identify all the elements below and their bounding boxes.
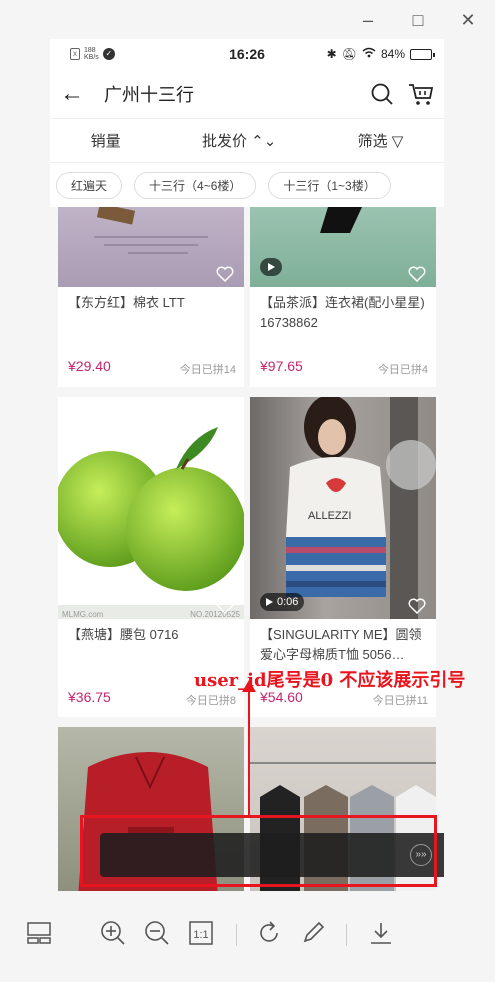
product-sold: 今日已拼11	[372, 695, 428, 707]
maximize-button[interactable]: □	[405, 8, 431, 32]
wifi-icon	[362, 47, 376, 61]
product-name: 【品茶派】连衣裙(配小星星) 16738862	[260, 295, 425, 330]
product-sold: 今日已拼4	[377, 364, 428, 376]
product-grid: 【东方红】棉衣 LTT ¥29.40 今日已拼14 【品茶派】连衣裙(配小星星)…	[50, 207, 444, 891]
phone-screenshot: x 188 KB/s ✓ 16:26 ✱ 🔕︎ 84% ← 广州十三行 销量 批…	[50, 39, 444, 891]
product-sold: 今日已拼8	[185, 695, 236, 707]
sim-icon: x	[70, 48, 80, 60]
net-speed: 188 KB/s	[84, 47, 99, 61]
product-price: ¥29.40	[68, 358, 111, 374]
close-button[interactable]: ✕	[455, 8, 481, 32]
product-card[interactable]: MLMG.com NO.20120525 【燕塘】腰包 0716 ¥36.75 …	[58, 397, 244, 717]
download-icon[interactable]	[366, 918, 396, 948]
edit-pencil-icon[interactable]	[298, 918, 328, 948]
thumbnail-layout-icon[interactable]	[24, 918, 54, 948]
app-bar: ← 广州十三行	[50, 69, 444, 119]
product-card[interactable]: 【品茶派】连衣裙(配小星星) 16738862 ¥97.65 今日已拼4	[250, 207, 436, 387]
page-title: 广州十三行	[104, 84, 194, 105]
product-name: 【东方红】棉衣 LTT	[68, 295, 185, 310]
side-float-bubble[interactable]	[386, 440, 436, 490]
minimize-button[interactable]: –	[355, 8, 381, 32]
sort-bar: 销量 批发价 ⌃⌄ 筛选 ▽	[50, 119, 444, 163]
product-name: 【燕塘】腰包 0716	[68, 627, 179, 642]
product-card[interactable]: 【东方红】棉衣 LTT ¥29.40 今日已拼14	[58, 207, 244, 387]
toolbar-divider	[346, 924, 347, 946]
chip-shisanhang-4-6[interactable]: 十三行（4~6楼）	[134, 171, 257, 199]
actual-size-icon[interactable]: 1:1	[186, 918, 216, 948]
filter-button[interactable]: 筛选 ▽	[358, 130, 404, 151]
battery-percent: 84%	[380, 47, 405, 61]
product-image: ALLEZZI	[250, 397, 436, 619]
watermark-left: MLMG.com	[62, 610, 104, 619]
toolbar-divider	[236, 924, 237, 946]
product-image: MLMG.com NO.20120525	[58, 397, 244, 619]
status-bar: x 188 KB/s ✓ 16:26 ✱ 🔕︎ 84%	[50, 39, 444, 69]
sort-sales[interactable]: 销量	[91, 130, 121, 151]
product-price: ¥36.75	[68, 689, 111, 705]
back-arrow-icon[interactable]: ←	[60, 80, 90, 108]
product-sold: 今日已拼14	[179, 364, 236, 376]
cart-icon[interactable]	[408, 82, 434, 106]
favorite-heart-icon[interactable]	[408, 265, 426, 283]
viewer-toolbar: 1:1	[0, 908, 495, 958]
favorite-heart-icon[interactable]	[216, 265, 234, 283]
sort-wholesale-price[interactable]: 批发价 ⌃⌄	[202, 130, 276, 151]
category-chips: 红遍天 十三行（4~6楼） 十三行（1~3楼）	[50, 163, 444, 207]
svg-text:ALLEZZI: ALLEZZI	[308, 510, 351, 522]
annotation-highlight-box	[80, 815, 437, 887]
product-name: 【SINGULARITY ME】圆领爱心字母棉质T恤 5056…	[260, 627, 422, 662]
annotation-text: user_id尾号是0 不应该展示引号	[194, 670, 466, 691]
rotate-icon[interactable]	[254, 918, 284, 948]
battery-icon	[410, 48, 435, 60]
svg-text:1:1: 1:1	[193, 929, 208, 941]
mute-icon: 🔕︎	[341, 47, 357, 61]
product-price: ¥97.65	[260, 358, 303, 374]
chip-shisanhang-1-3[interactable]: 十三行（1~3楼）	[268, 171, 391, 199]
window-controls: – □ ✕	[331, 8, 481, 32]
chip-hongbiantian[interactable]: 红遍天	[56, 171, 123, 199]
search-icon[interactable]	[370, 82, 394, 106]
zoom-out-icon[interactable]	[142, 918, 172, 948]
favorite-heart-icon[interactable]	[408, 597, 426, 615]
zoom-in-icon[interactable]	[98, 918, 128, 948]
video-play-badge: 0:06	[260, 593, 305, 611]
check-icon: ✓	[102, 48, 115, 60]
bluetooth-icon: ✱	[326, 47, 337, 61]
annotation-arrow-line	[248, 688, 250, 815]
video-play-icon	[260, 258, 282, 276]
favorite-heart-icon[interactable]	[216, 597, 234, 615]
